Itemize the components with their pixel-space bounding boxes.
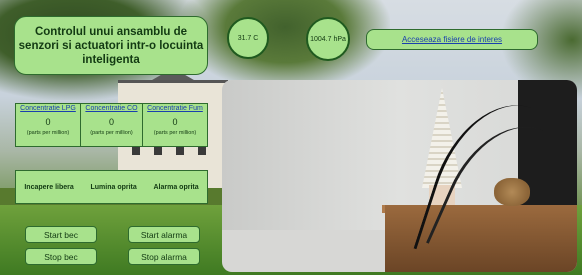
start-light-label: Start bec [43,229,79,240]
files-link-button[interactable]: Acceseaza fisiere de interes [366,29,538,50]
sensor-co-label[interactable]: Concentratie CO [81,105,142,112]
sensor-co-unit: (parts per million) [90,130,133,136]
page-title: Controlul unui ansamblu de senzori si ac… [18,25,204,66]
sensor-lpg: Concentratie LPG 0 (parts per million) [15,103,81,147]
start-light-button[interactable]: Start bec [25,226,97,243]
sensor-smoke-unit: (parts per million) [153,130,197,136]
camera-feed [222,80,577,272]
background-tree-right [180,0,390,90]
stop-light-label: Stop bec [44,251,78,262]
sensor-lpg-unit: (parts per million) [26,130,70,136]
pressure-value: 1004.7 hPa [310,35,346,43]
start-alarm-button[interactable]: Start alarma [128,226,200,243]
page-title-box: Controlul unui ansamblu de senzori si ac… [14,16,208,75]
sensor-smoke-value: 0 [172,117,178,127]
temperature-bubble: 31.7 C [227,17,269,59]
start-alarm-label: Start alarma [140,229,188,240]
stop-alarm-label: Stop alarma [141,251,187,262]
status-panel: Incapere libera Lumina oprita Alarma opr… [15,170,208,204]
stop-light-button[interactable]: Stop bec [25,248,97,265]
sensor-co: Concentratie CO 0 (parts per million) [80,103,143,147]
sensor-smoke: Concentratie Fum 0 (parts per million) [142,103,208,147]
stop-alarm-button[interactable]: Stop alarma [128,248,200,265]
files-link[interactable]: Acceseaza fisiere de interes [402,35,502,44]
sensor-smoke-label[interactable]: Concentratie Fum [143,105,207,112]
sensor-lpg-value: 0 [45,117,51,127]
sensor-co-value: 0 [108,117,114,127]
alarm-status: Alarma oprita [153,183,199,191]
pressure-bubble: 1004.7 hPa [306,17,350,61]
sensor-lpg-label[interactable]: Concentratie LPG [16,105,80,112]
room-status: Incapere libera [24,183,74,191]
temperature-value: 31.7 C [237,34,259,42]
light-status: Lumina oprita [90,183,137,191]
